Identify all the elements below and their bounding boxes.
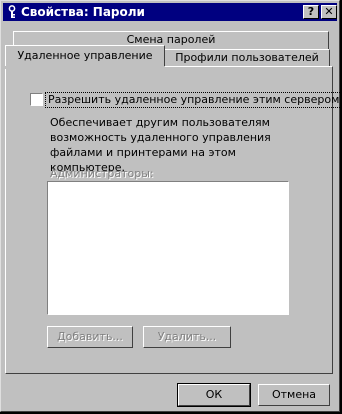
ok-button[interactable]: ОК — [177, 383, 251, 407]
remote-admin-description: Обеспечивает другим пользователям возмож… — [50, 116, 271, 174]
enable-remote-admin-checkbox[interactable] — [30, 93, 43, 106]
key-icon — [8, 5, 16, 18]
administrators-list[interactable] — [47, 181, 289, 315]
cancel-button[interactable]: Отмена — [258, 384, 330, 406]
enable-remote-admin-label[interactable]: Разрешить удаленное управление этим серв… — [44, 92, 342, 108]
administrators-label: Администраторы: — [50, 167, 154, 180]
remove-button[interactable]: Удалить... — [143, 326, 231, 348]
window-title: Свойства: Пароли — [21, 5, 145, 19]
help-button[interactable]: ? — [303, 5, 319, 19]
title-bar: Свойства: Пароли ? ✕ — [3, 3, 337, 21]
add-button[interactable]: Добавить... — [47, 326, 133, 348]
tab-remote-administration[interactable]: Удаленное управление — [5, 45, 165, 69]
close-button[interactable]: ✕ — [321, 5, 337, 19]
tab-user-profiles[interactable]: Профили пользователей — [164, 49, 330, 67]
